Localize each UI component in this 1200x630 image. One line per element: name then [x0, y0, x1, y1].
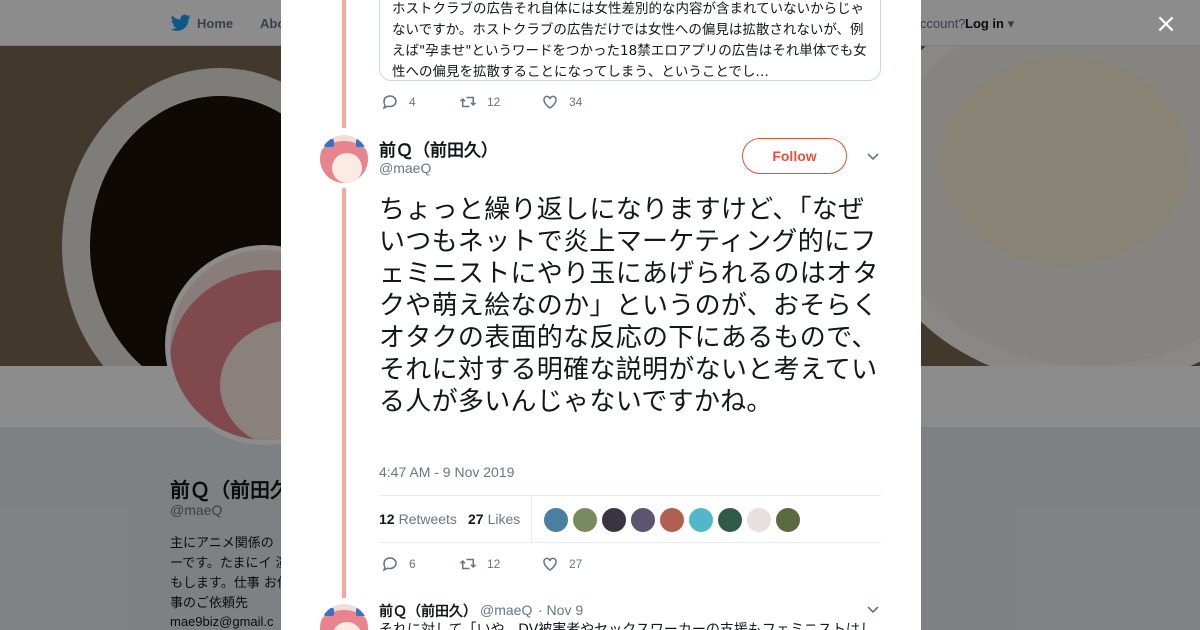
follow-button[interactable]: Follow — [742, 138, 847, 174]
reply-date[interactable]: · Nov 9 — [538, 602, 583, 618]
retweets-count: 12 — [379, 511, 395, 527]
like-count: 27 — [569, 557, 583, 571]
avatar-bow-left — [324, 608, 334, 616]
reply-tweet-text: それに対して「いや、DV被害者やセックスワーカーの支援もフェミニストはし — [379, 622, 874, 630]
author-name[interactable]: 前Ｑ（前田久） — [379, 136, 498, 161]
quoted-tweet-text: ホストクラブの広告それ自体には女性差別的な内容が含まれていないからじゃないですか… — [392, 1, 867, 80]
retweets-stat[interactable]: 12 Retweets — [379, 511, 457, 527]
author-avatar[interactable] — [320, 135, 368, 183]
liker-avatar[interactable] — [717, 507, 743, 533]
retweet-icon — [459, 96, 477, 108]
reply-count: 6 — [409, 557, 416, 571]
avatar-face-shape — [332, 153, 362, 183]
retweet-icon — [459, 558, 477, 570]
liker-avatar[interactable] — [543, 507, 569, 533]
close-icon[interactable]: × — [1154, 11, 1178, 37]
avatar-bow-left — [324, 139, 334, 147]
heart-icon — [543, 95, 557, 109]
liker-avatar[interactable] — [572, 507, 598, 533]
tweet-modal: ホストクラブの広告それ自体には女性差別的な内容が含まれていないからじゃないですか… — [281, 0, 921, 630]
liker-avatar[interactable] — [601, 507, 627, 533]
tweet-stats: 12 Retweets 27 Likes — [379, 495, 881, 543]
stats-divider — [531, 496, 532, 542]
reply-icon — [382, 95, 397, 110]
like-button[interactable]: 27 — [541, 555, 582, 573]
likes-stat[interactable]: 27 Likes — [468, 511, 520, 527]
liker-avatar[interactable] — [746, 507, 772, 533]
like-button[interactable]: 34 — [541, 93, 582, 111]
thread-line-top — [342, 0, 346, 128]
reply-count: 4 — [409, 95, 416, 109]
likes-label: Likes — [487, 511, 521, 527]
likes-count: 27 — [468, 511, 484, 527]
like-count: 34 — [569, 95, 583, 109]
author-handle[interactable]: @maeQ — [379, 160, 431, 176]
avatar-bow-right — [356, 608, 366, 616]
reply-author-avatar[interactable] — [320, 604, 368, 630]
retweets-label: Retweets — [398, 511, 457, 527]
tweet-text: ちょっと繰り返しになりますけど、「なぜいつもネットで炎上マーケティング的にフェミ… — [379, 195, 879, 417]
liker-avatar[interactable] — [659, 507, 685, 533]
chevron-down-icon[interactable] — [866, 150, 880, 164]
liker-avatar[interactable] — [630, 507, 656, 533]
retweet-count: 12 — [487, 557, 501, 571]
reply-button[interactable]: 6 — [381, 555, 416, 573]
retweet-count: 12 — [487, 95, 501, 109]
quoted-tweet-card[interactable]: ホストクラブの広告それ自体には女性差別的な内容が含まれていないからじゃないですか… — [379, 0, 881, 81]
retweet-button[interactable]: 12 — [459, 555, 500, 573]
chevron-down-icon[interactable] — [866, 603, 880, 617]
liker-avatar[interactable] — [775, 507, 801, 533]
reply-icon — [382, 557, 397, 572]
thread-line-main — [342, 188, 346, 598]
tweet-timestamp[interactable]: 4:47 AM - 9 Nov 2019 — [379, 464, 514, 480]
reply-author-name[interactable]: 前Ｑ（前田久） — [379, 601, 477, 621]
reply-button[interactable]: 4 — [381, 93, 416, 111]
heart-icon — [543, 557, 557, 571]
liker-avatar[interactable] — [688, 507, 714, 533]
reply-author-handle[interactable]: @maeQ — [480, 602, 532, 618]
avatar-bow-right — [356, 139, 366, 147]
retweet-button[interactable]: 12 — [459, 93, 500, 111]
